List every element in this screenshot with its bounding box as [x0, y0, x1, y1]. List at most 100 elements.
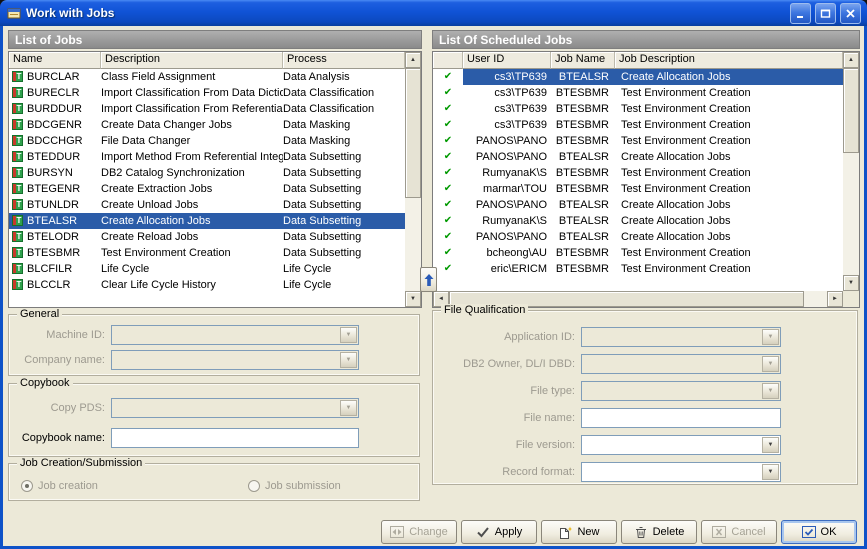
checkmark-icon: ✔	[433, 245, 463, 261]
checkmark-icon: ✔	[433, 261, 463, 277]
record-format-combo[interactable]: ▼	[581, 462, 781, 482]
scrollbar-thumb[interactable]	[843, 68, 859, 153]
checkmark-icon: ✔	[433, 213, 463, 229]
column-header-job-description[interactable]: Job Description	[615, 52, 843, 69]
job-description-cell: Create Allocation Jobs	[615, 197, 843, 213]
job-row[interactable]: TBURSYNDB2 Catalog SynchronizationData S…	[9, 165, 405, 181]
new-button[interactable]: New	[541, 520, 617, 544]
scroll-right-icon[interactable]: ►	[827, 291, 843, 307]
scheduled-job-row[interactable]: ✔PANOS\PANOBTEALSRCreate Allocation Jobs	[433, 229, 843, 245]
copybook-name-input[interactable]	[111, 428, 359, 448]
chevron-down-icon[interactable]: ▼	[762, 356, 779, 372]
scheduled-job-row[interactable]: ✔cs3\TP639BTESBMRTest Environment Creati…	[433, 117, 843, 133]
job-row[interactable]: TBTESBMRTest Environment CreationData Su…	[9, 245, 405, 261]
job-creation-label[interactable]: Job creation	[38, 480, 98, 492]
scheduled-job-row[interactable]: ✔cs3\TP639BTESBMRTest Environment Creati…	[433, 85, 843, 101]
column-header-job-name[interactable]: Job Name	[551, 52, 615, 69]
delete-button[interactable]: Delete	[621, 520, 697, 544]
copybook-name-label: Copybook name:	[15, 432, 105, 444]
group-title: Job Creation/Submission	[17, 457, 145, 470]
minimize-icon	[795, 8, 806, 19]
column-header-check[interactable]	[433, 52, 463, 69]
company-name-combo[interactable]: ▼	[111, 350, 359, 370]
job-submission-label[interactable]: Job submission	[265, 480, 341, 492]
scheduled-job-row[interactable]: ✔cs3\TP639BTESBMRTest Environment Creati…	[433, 101, 843, 117]
job-creation-radio[interactable]	[21, 480, 33, 492]
file-qualification-group: File Qualification Application ID:▼DB2 O…	[432, 310, 858, 485]
job-name-cell: BURSYN	[27, 165, 101, 181]
minimize-button[interactable]	[790, 3, 811, 24]
column-header-description[interactable]: Description	[101, 52, 283, 69]
scheduled-job-row[interactable]: ✔RumyanaK\SBTEALSRCreate Allocation Jobs	[433, 213, 843, 229]
close-button[interactable]	[840, 3, 861, 24]
job-row[interactable]: TBDCCHGRFile Data ChangerData Masking	[9, 133, 405, 149]
button-label: Apply	[495, 526, 523, 538]
job-row[interactable]: TBTEALSRCreate Allocation JobsData Subse…	[9, 213, 405, 229]
cancel-button[interactable]: Cancel	[701, 520, 777, 544]
chevron-down-icon[interactable]: ▼	[762, 464, 779, 480]
button-label: OK	[821, 526, 837, 538]
file-name-input[interactable]	[581, 408, 781, 428]
change-button[interactable]: Change	[381, 520, 457, 544]
scheduled-job-row[interactable]: ✔eric\ERICMBTESBMRTest Environment Creat…	[433, 261, 843, 277]
file-version-combo[interactable]: ▼	[581, 435, 781, 455]
machine-id-combo[interactable]: ▼	[111, 325, 359, 345]
scheduled-job-row[interactable]: ✔bcheong\AUBTESBMRTest Environment Creat…	[433, 245, 843, 261]
combo-value	[112, 399, 339, 417]
column-header-process[interactable]: Process	[283, 52, 405, 69]
job-row[interactable]: TBTEDDURImport Method From Referential I…	[9, 149, 405, 165]
job-row[interactable]: TBTELODRCreate Reload JobsData Subsettin…	[9, 229, 405, 245]
chevron-down-icon[interactable]: ▼	[340, 327, 357, 343]
job-submission-radio[interactable]	[248, 480, 260, 492]
job-row[interactable]: TBURECLRImport Classification From Data …	[9, 85, 405, 101]
maximize-button[interactable]	[815, 3, 836, 24]
scrollbar-corner	[843, 291, 859, 307]
titlebar[interactable]: Work with Jobs	[0, 0, 867, 26]
column-header-user-id[interactable]: User ID	[463, 52, 551, 69]
job-row[interactable]: TBTEGENRCreate Extraction JobsData Subse…	[9, 181, 405, 197]
scheduled-job-row[interactable]: ✔cs3\TP639BTEALSRCreate Allocation Jobs	[433, 69, 843, 85]
vertical-scrollbar[interactable]: ▲ ▼	[405, 52, 421, 307]
db2-owner-dbd-combo[interactable]: ▼	[581, 354, 781, 374]
scroll-down-icon[interactable]: ▼	[405, 291, 421, 307]
job-row[interactable]: TBURDDURImport Classification From Refer…	[9, 101, 405, 117]
scroll-up-icon[interactable]: ▲	[405, 52, 421, 68]
job-row[interactable]: TBLCCLRClear Life Cycle HistoryLife Cycl…	[9, 277, 405, 293]
user-id-cell: PANOS\PANO	[463, 149, 551, 165]
job-row[interactable]: TBLCFILRLife CycleLife Cycle	[9, 261, 405, 277]
machine-id-label: Machine ID:	[15, 329, 105, 341]
copy-pds-combo[interactable]: ▼	[111, 398, 359, 418]
job-row[interactable]: TBURCLARClass Field AssignmentData Analy…	[9, 69, 405, 85]
vertical-scrollbar[interactable]: ▲ ▼	[843, 52, 859, 291]
scheduled-job-row[interactable]: ✔PANOS\PANOBTEALSRCreate Allocation Jobs	[433, 197, 843, 213]
file-type-combo[interactable]: ▼	[581, 381, 781, 401]
chevron-down-icon[interactable]: ▼	[762, 329, 779, 345]
job-type-icon: T	[12, 247, 23, 258]
schedule-job-button[interactable]	[420, 267, 437, 292]
job-row[interactable]: TBTUNLDRCreate Unload JobsData Subsettin…	[9, 197, 405, 213]
scheduled-job-row[interactable]: ✔RumyanaK\SBTESBMRTest Environment Creat…	[433, 165, 843, 181]
job-name-cell: BURECLR	[27, 85, 101, 101]
button-label: Delete	[653, 526, 685, 538]
job-row[interactable]: TBDCGENRCreate Data Changer JobsData Mas…	[9, 117, 405, 133]
chevron-down-icon[interactable]: ▼	[762, 437, 779, 453]
change-icon	[390, 526, 404, 538]
chevron-down-icon[interactable]: ▼	[340, 400, 357, 416]
scheduled-job-row[interactable]: ✔PANOS\PANOBTEALSRCreate Allocation Jobs	[433, 149, 843, 165]
job-name-cell: BDCCHGR	[27, 133, 101, 149]
chevron-down-icon[interactable]: ▼	[762, 383, 779, 399]
scheduled-job-row[interactable]: ✔PANOS\PANOBTESBMRTest Environment Creat…	[433, 133, 843, 149]
user-id-cell: cs3\TP639	[463, 101, 551, 117]
application-id-combo[interactable]: ▼	[581, 327, 781, 347]
column-header-name[interactable]: Name	[9, 52, 101, 69]
scroll-up-icon[interactable]: ▲	[843, 52, 859, 68]
job-name-cell: BURDDUR	[27, 101, 101, 117]
chevron-down-icon[interactable]: ▼	[340, 352, 357, 368]
apply-button[interactable]: Apply	[461, 520, 537, 544]
work-with-jobs-window: Work with Jobs List of Jobs List Of Sche…	[0, 0, 867, 549]
ok-button[interactable]: OK	[781, 520, 857, 544]
scrollbar-thumb[interactable]	[405, 68, 421, 198]
job-name-cell: BDCGENR	[27, 117, 101, 133]
scheduled-job-row[interactable]: ✔marmar\TOUBTESBMRTest Environment Creat…	[433, 181, 843, 197]
scroll-down-icon[interactable]: ▼	[843, 275, 859, 291]
